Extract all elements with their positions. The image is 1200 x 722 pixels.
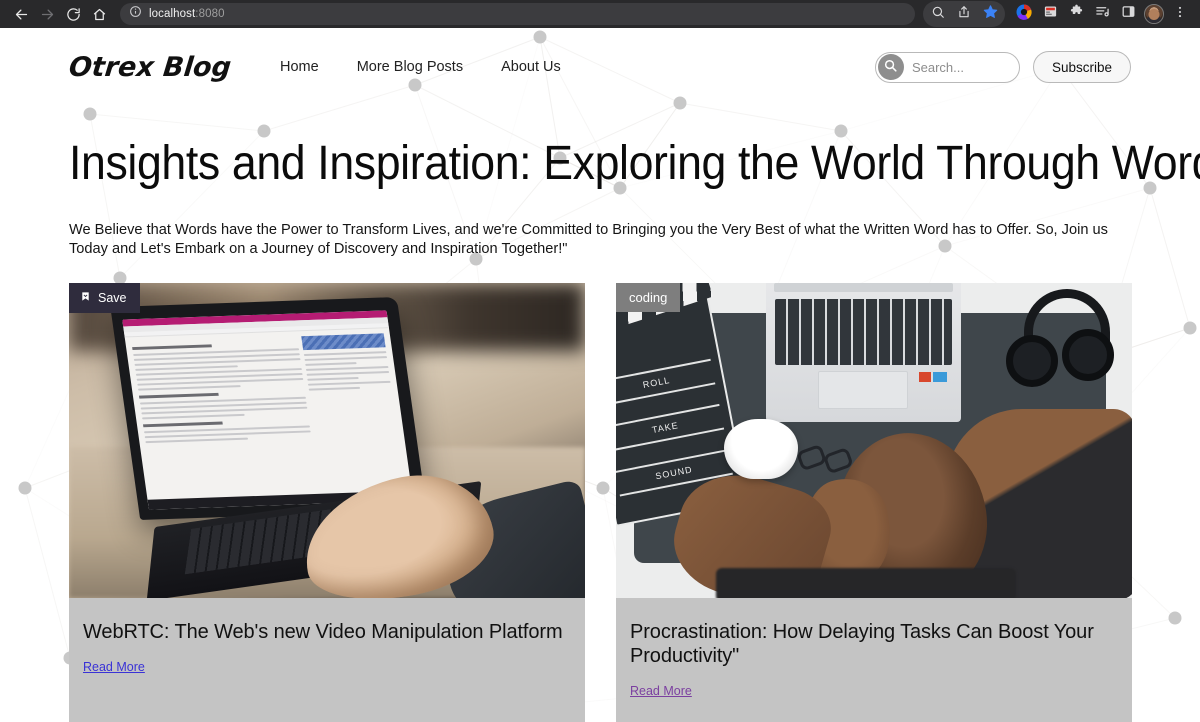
home-button[interactable] [86, 1, 112, 27]
site-header: Otrex Blog Home More Blog Posts About Us… [67, 28, 1131, 106]
address-bar-text: localhost:8080 [149, 8, 225, 20]
info-circle-icon[interactable] [129, 5, 142, 23]
zoom-search-button[interactable] [926, 2, 950, 26]
page-content: Otrex Blog Home More Blog Posts About Us… [0, 28, 1200, 722]
profile-avatar [1144, 4, 1164, 24]
save-badge-label: Save [98, 290, 127, 305]
media-card-icon [1043, 4, 1058, 24]
media-card-button[interactable] [1038, 2, 1062, 26]
nav-item-about-us[interactable]: About Us [501, 59, 561, 75]
forward-button[interactable] [34, 1, 60, 27]
web-page: Otrex Blog Home More Blog Posts About Us… [0, 28, 1200, 722]
search-box[interactable] [874, 51, 1020, 83]
post-title[interactable]: Procrastination: How Delaying Tasks Can … [630, 620, 1118, 668]
share-icon [957, 5, 971, 24]
read-more-link[interactable]: Read More [83, 660, 145, 674]
site-logo[interactable]: Otrex Blog [67, 52, 232, 83]
reload-icon [66, 7, 81, 22]
extensions-puzzle-icon [1069, 4, 1084, 24]
save-badge[interactable]: Save [69, 283, 140, 313]
subscribe-button[interactable]: Subscribe [1032, 51, 1131, 83]
gemini-button[interactable] [1012, 2, 1036, 26]
nav-item-more-blog-posts[interactable]: More Blog Posts [357, 59, 463, 75]
three-dot-menu-icon [1173, 5, 1187, 24]
post-card[interactable]: ROLL TAKE SOUND coding Procrastination: … [616, 283, 1132, 722]
search-input[interactable] [903, 59, 1009, 75]
search-button[interactable] [877, 54, 904, 80]
main-navigation: Home More Blog Posts About Us [280, 59, 561, 75]
post-image-procrastination: ROLL TAKE SOUND [616, 283, 1132, 599]
category-badge-label: coding [629, 290, 668, 306]
reload-button[interactable] [60, 1, 86, 27]
address-bar[interactable]: localhost:8080 [120, 3, 915, 25]
post-card-grid: Save WebRTC: The Web's new Video Manipul… [69, 283, 1132, 722]
profile-button[interactable] [1142, 2, 1166, 26]
omnibox-action-group [923, 1, 1005, 27]
post-image-webrtc [69, 283, 585, 599]
browser-toolbar: localhost:8080 [0, 0, 1200, 28]
zoom-search-icon [931, 5, 945, 24]
page-subtitle: We Believe that Words have the Power to … [69, 221, 1108, 257]
forward-arrow-icon [40, 7, 55, 22]
reading-list-button[interactable] [1090, 2, 1114, 26]
post-title[interactable]: WebRTC: The Web's new Video Manipulation… [83, 620, 571, 644]
post-thumbnail: Save [69, 283, 585, 599]
chrome-menu-button[interactable] [1168, 2, 1192, 26]
post-thumbnail: ROLL TAKE SOUND coding [616, 283, 1132, 599]
post-card-body: WebRTC: The Web's new Video Manipulation… [69, 598, 585, 698]
side-panel-icon [1121, 4, 1136, 24]
page-title: Insights and Inspiration: Exploring the … [69, 137, 1200, 190]
back-button[interactable] [8, 1, 34, 27]
header-actions: Subscribe [874, 51, 1131, 83]
back-arrow-icon [14, 7, 29, 22]
category-badge[interactable]: coding [616, 283, 681, 313]
url-port: :8080 [195, 8, 225, 20]
gemini-circle-icon [1015, 3, 1033, 26]
search-icon [883, 58, 898, 76]
browser-toolbar-right [923, 1, 1192, 27]
home-icon [92, 7, 107, 22]
side-panel-button[interactable] [1116, 2, 1140, 26]
bookmark-star-icon [983, 4, 998, 24]
post-card[interactable]: Save WebRTC: The Web's new Video Manipul… [69, 283, 585, 722]
post-card-body: Procrastination: How Delaying Tasks Can … [616, 598, 1132, 722]
read-more-link[interactable]: Read More [630, 684, 692, 698]
extensions-button[interactable] [1064, 2, 1088, 26]
bookmark-star-button[interactable] [978, 2, 1002, 26]
bookmark-icon [80, 291, 91, 305]
nav-item-home[interactable]: Home [280, 59, 319, 75]
share-button[interactable] [952, 2, 976, 26]
url-host: localhost [149, 8, 196, 20]
reading-list-icon [1095, 4, 1110, 24]
